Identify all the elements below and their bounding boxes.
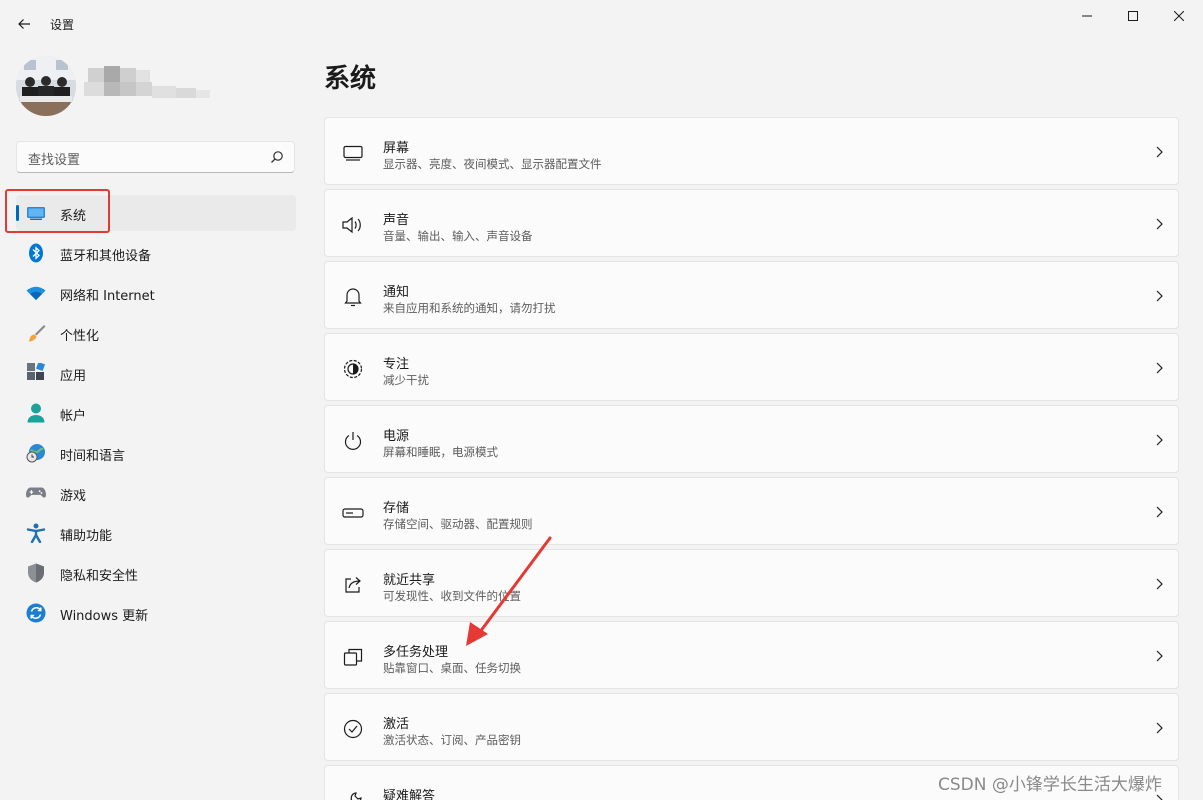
- card-storage[interactable]: 存储 存储空间、驱动器、配置规则: [324, 477, 1179, 545]
- card-sound[interactable]: 声音 音量、输出、输入、声音设备: [324, 189, 1179, 257]
- sidebar-item-accounts[interactable]: 帐户: [16, 395, 296, 431]
- selection-indicator: [16, 205, 19, 221]
- sidebar-item-system[interactable]: 系统: [16, 195, 296, 231]
- card-display[interactable]: 屏幕 显示器、亮度、夜间模式、显示器配置文件: [324, 117, 1179, 185]
- display-icon: [343, 145, 363, 161]
- bluetooth-icon: [29, 243, 43, 263]
- sidebar-item-network[interactable]: 网络和 Internet: [16, 275, 296, 311]
- card-focus[interactable]: 专注 减少干扰: [324, 333, 1179, 401]
- storage-icon: [342, 508, 364, 518]
- check-circle-icon: [343, 719, 363, 739]
- search-input[interactable]: 查找设置: [16, 141, 295, 173]
- wrench-icon: [350, 792, 362, 800]
- minimize-button[interactable]: [1064, 4, 1110, 28]
- page-title: 系统: [324, 64, 377, 94]
- close-icon: [1174, 11, 1184, 21]
- sidebar-item-windows-update[interactable]: Windows 更新: [16, 595, 296, 631]
- sidebar-item-time-language[interactable]: 时间和语言: [16, 435, 296, 471]
- chevron-right-icon: [1156, 722, 1163, 734]
- chevron-right-icon: [1156, 146, 1163, 158]
- sidebar-item-apps[interactable]: 应用: [16, 355, 296, 391]
- gamepad-icon: [26, 487, 46, 498]
- settings-window: 设置 查找设置 系统 蓝牙和其他设备 网络和 Internet 个性化 应用 帐…: [0, 0, 1203, 800]
- card-notifications[interactable]: 通知 来自应用和系统的通知，请勿打扰: [324, 261, 1179, 329]
- card-power[interactable]: 电源 屏幕和睡眠，电源模式: [324, 405, 1179, 473]
- title-bar: 设置: [0, 0, 1203, 48]
- update-icon: [26, 603, 46, 623]
- card-nearby-sharing[interactable]: 就近共享 可发现性、收到文件的位置: [324, 549, 1179, 617]
- card-activation[interactable]: 激活 激活状态、订阅、产品密钥: [324, 693, 1179, 761]
- multitask-icon: [343, 648, 363, 666]
- chevron-right-icon: [1156, 578, 1163, 590]
- watermark: CSDN @小锋学长生活大爆炸: [938, 775, 1162, 795]
- account-icon: [27, 403, 45, 423]
- search-icon[interactable]: [270, 150, 284, 164]
- chevron-right-icon: [1156, 506, 1163, 518]
- accessibility-icon: [26, 523, 46, 543]
- sidebar-item-privacy[interactable]: 隐私和安全性: [16, 555, 296, 591]
- avatar[interactable]: [16, 56, 76, 116]
- back-button[interactable]: [12, 12, 36, 36]
- chevron-right-icon: [1156, 650, 1163, 662]
- profile-photo-icon: [16, 56, 76, 116]
- bell-icon: [344, 288, 362, 307]
- sidebar-item-bluetooth[interactable]: 蓝牙和其他设备: [16, 235, 296, 271]
- chevron-right-icon: [1156, 362, 1163, 374]
- sidebar-item-personalization[interactable]: 个性化: [16, 315, 296, 351]
- minimize-icon: [1082, 15, 1092, 17]
- sidebar-item-gaming[interactable]: 游戏: [16, 475, 296, 511]
- system-icon: [27, 207, 45, 220]
- wifi-icon: [26, 286, 46, 300]
- maximize-icon: [1128, 11, 1138, 21]
- power-icon: [344, 432, 362, 450]
- app-title: 设置: [50, 18, 75, 32]
- close-button[interactable]: [1156, 4, 1202, 28]
- apps-icon: [27, 363, 45, 380]
- chevron-right-icon: [1156, 290, 1163, 302]
- card-multitasking[interactable]: 多任务处理 贴靠窗口、桌面、任务切换: [324, 621, 1179, 689]
- focus-icon: [343, 359, 363, 379]
- chevron-right-icon: [1156, 218, 1163, 230]
- globe-clock-icon: [26, 444, 45, 463]
- chevron-right-icon: [1156, 434, 1163, 446]
- sidebar-item-accessibility[interactable]: 辅助功能: [16, 515, 296, 551]
- speaker-icon: [342, 216, 361, 234]
- maximize-button[interactable]: [1110, 4, 1156, 28]
- brush-icon: [28, 325, 46, 342]
- back-arrow-icon: [18, 19, 30, 29]
- profile-name-redacted: [84, 66, 212, 106]
- share-icon: [345, 577, 361, 593]
- shield-icon: [28, 563, 44, 583]
- search-placeholder: 查找设置: [28, 153, 81, 168]
